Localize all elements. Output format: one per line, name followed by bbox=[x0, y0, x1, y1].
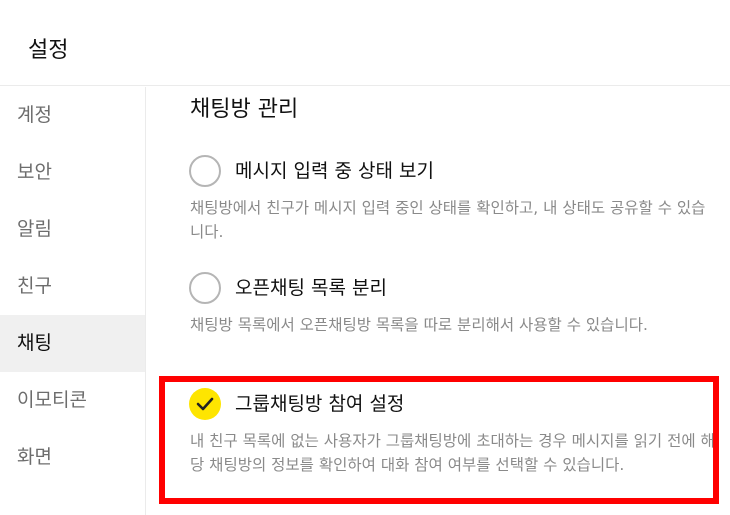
settings-window: 설정 계정 보안 알림 친구 채팅 이모티콘 화면 채팅방 관리 메시지 입력 … bbox=[0, 0, 730, 515]
sidebar-item-emoticons[interactable]: 이모티콘 bbox=[0, 372, 145, 429]
checkmark-icon bbox=[196, 397, 214, 411]
option-label: 오픈채팅 목록 분리 bbox=[235, 277, 387, 299]
option-separate-openchat[interactable]: 오픈채팅 목록 분리 채팅방 목록에서 오픈채팅방 목록을 따로 분리해서 사용… bbox=[189, 272, 719, 362]
option-label: 메시지 입력 중 상태 보기 bbox=[235, 160, 434, 182]
section-title: 채팅방 관리 bbox=[190, 97, 299, 122]
option-description: 채팅방에서 친구가 메시지 입력 중인 상태를 확인하고, 내 상태도 공유할 … bbox=[190, 199, 706, 241]
option-description: 채팅방 목록에서 오픈채팅방 목록을 따로 분리해서 사용할 수 있습니다. bbox=[190, 316, 648, 334]
page-title: 설정 bbox=[28, 38, 69, 63]
radio-separate-openchat[interactable] bbox=[189, 272, 221, 304]
option-description: 내 친구 목록에 없는 사용자가 그룹채팅방에 초대하는 경우 메시지를 읽기 … bbox=[190, 432, 715, 474]
sidebar-item-account[interactable]: 계정 bbox=[0, 87, 145, 144]
sidebar-item-display[interactable]: 화면 bbox=[0, 429, 145, 486]
sidebar-item-notifications[interactable]: 알림 bbox=[0, 201, 145, 258]
radio-typing-status[interactable] bbox=[189, 155, 221, 187]
option-group-chat-join[interactable]: 그룹채팅방 참여 설정 내 친구 목록에 없는 사용자가 그룹채팅방에 초대하는… bbox=[189, 388, 719, 503]
checkbox-group-chat-join[interactable] bbox=[189, 388, 221, 420]
option-typing-status[interactable]: 메시지 입력 중 상태 보기 채팅방에서 친구가 메시지 입력 중인 상태를 확… bbox=[189, 155, 719, 245]
settings-header: 설정 bbox=[0, 0, 730, 86]
option-label: 그룹채팅방 참여 설정 bbox=[235, 393, 405, 415]
sidebar-item-chats[interactable]: 채팅 bbox=[0, 315, 145, 372]
sidebar-item-friends[interactable]: 친구 bbox=[0, 258, 145, 315]
settings-sidebar: 계정 보안 알림 친구 채팅 이모티콘 화면 bbox=[0, 87, 146, 515]
settings-content: 채팅방 관리 메시지 입력 중 상태 보기 채팅방에서 친구가 메시지 입력 중… bbox=[147, 87, 730, 515]
sidebar-item-security[interactable]: 보안 bbox=[0, 144, 145, 201]
